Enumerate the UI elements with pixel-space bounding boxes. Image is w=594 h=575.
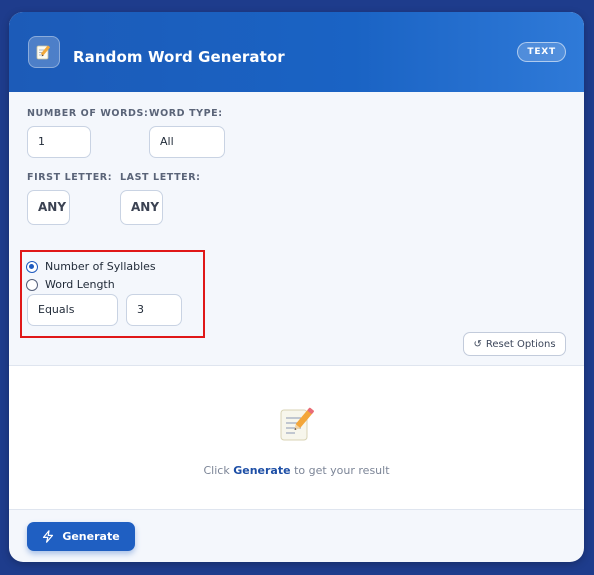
result-area: Click Generate to get your result (9, 365, 584, 510)
result-hint-action: Generate (233, 464, 291, 477)
reset-options-button[interactable]: ↺ Reset Options (463, 332, 566, 356)
result-hint-prefix: Click (203, 464, 230, 477)
number-of-words-input[interactable]: 1 (27, 126, 91, 158)
header: Random Word Generator TEXT (9, 12, 584, 92)
first-letter-label: FIRST LETTER: (27, 172, 113, 183)
generator-card: Random Word Generator TEXT NUMBER OF WOR… (9, 12, 584, 562)
word-type-select[interactable]: All (149, 126, 225, 158)
reset-arrow-icon: ↺ (473, 338, 482, 350)
first-letter-input[interactable]: ANY (27, 190, 70, 225)
word-type-label: WORD TYPE: (149, 108, 223, 119)
generate-button[interactable]: Generate (27, 522, 135, 551)
notepad-pencil-icon (280, 407, 314, 441)
highlight-box (20, 250, 205, 338)
last-letter-label: LAST LETTER: (120, 172, 201, 183)
generate-label: Generate (62, 530, 120, 543)
last-letter-input[interactable]: ANY (120, 190, 163, 225)
page-title: Random Word Generator (73, 48, 285, 66)
result-hint-suffix: to get your result (294, 464, 390, 477)
reset-options-label: Reset Options (485, 338, 556, 350)
category-badge: TEXT (517, 42, 566, 62)
lightning-icon (43, 530, 54, 543)
notepad-pencil-icon (28, 36, 60, 68)
result-hint: Click Generate to get your result (9, 464, 584, 477)
number-of-words-label: NUMBER OF WORDS: (27, 108, 149, 119)
